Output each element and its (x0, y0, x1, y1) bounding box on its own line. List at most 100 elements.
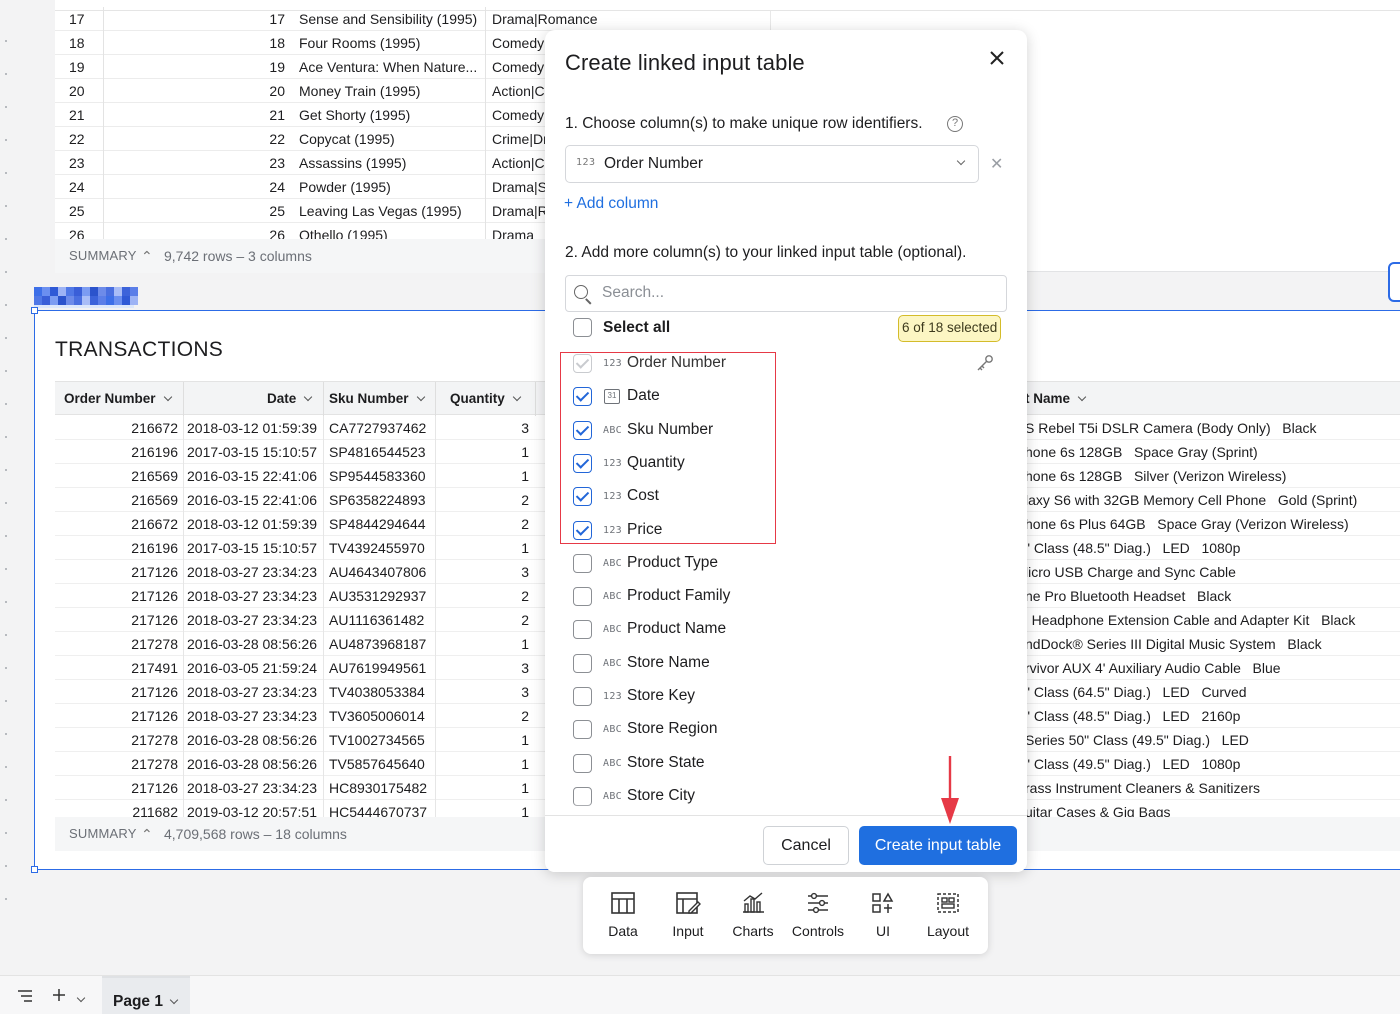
cell-quantity: 3 (521, 420, 529, 436)
chevron-down-icon (956, 156, 966, 166)
add-column-link[interactable]: + Add column (564, 195, 658, 213)
rail-dot (5, 634, 7, 636)
movie-id: 17 (103, 7, 291, 31)
movie-id: 23 (103, 151, 291, 175)
movie-title: Leaving Las Vegas (1995) (299, 203, 462, 219)
header-sku-number[interactable]: Sku Number (329, 382, 425, 416)
resize-handle[interactable] (31, 866, 38, 873)
resize-handle[interactable] (31, 307, 38, 314)
identifier-column-select[interactable]: 123 Order Number (565, 145, 979, 183)
toolbar-input[interactable]: Input (656, 891, 720, 939)
add-page-icon[interactable] (51, 987, 67, 1003)
movie-id: 22 (103, 127, 291, 151)
chevron-up-icon[interactable]: ⌃ (141, 239, 153, 273)
cell-sku-number: AU4643407806 (329, 564, 427, 580)
select-all-checkbox[interactable] (573, 318, 592, 337)
column-checkbox[interactable] (573, 753, 592, 773)
pages-list-icon[interactable] (17, 989, 33, 1003)
column-option[interactable]: ABC Product Name (573, 614, 1003, 647)
help-icon[interactable]: ? (947, 116, 963, 132)
header-order-number[interactable]: Order Number (64, 382, 172, 416)
key-icon (977, 355, 993, 371)
cancel-button[interactable]: Cancel (763, 826, 849, 865)
column-checkbox[interactable] (573, 687, 592, 706)
cell-product-name: " Class (48.5" Diag.) LED 1080p (1025, 540, 1241, 556)
column-checkbox[interactable] (573, 720, 592, 740)
create-linked-input-table-dialog: Create linked input table 1. Choose colu… (545, 30, 1027, 872)
tab-page-1[interactable]: Page 1 (102, 976, 190, 1014)
cell-order-number: 217126 (131, 612, 178, 628)
movie-title: Powder (1995) (299, 179, 391, 195)
cell-sku-number: AU7619949561 (329, 660, 427, 676)
rail-dot (5, 898, 7, 900)
column-search[interactable] (565, 275, 1007, 312)
arrow-down-icon (941, 756, 959, 824)
header-quantity[interactable]: Quantity (450, 382, 522, 416)
rail-dot (5, 370, 7, 372)
cell-sku-number: AU4873968187 (329, 636, 427, 652)
column-label: Product Family (627, 587, 731, 605)
column-option[interactable]: 123 Store Key (573, 681, 1003, 714)
column-label: Product Type (627, 553, 719, 571)
column-option[interactable]: ABC Product Type (573, 548, 1003, 581)
movie-title: Sense and Sensibility (1995) (299, 11, 478, 27)
cell-sku-number: SP9544583360 (329, 468, 426, 484)
dialog-title: Create linked input table (565, 50, 805, 75)
rail-dot (5, 568, 7, 570)
toolbar-charts[interactable]: Charts (721, 891, 785, 939)
chevron-down-icon (304, 392, 313, 402)
cell-order-number: 216196 (131, 444, 178, 460)
toolbar-ui[interactable]: UI (851, 891, 915, 939)
table-icon (611, 892, 635, 914)
column-checkbox[interactable] (573, 620, 592, 640)
chevron-down-icon[interactable] (169, 995, 179, 1005)
cell-date: 2016-03-15 22:41:06 (187, 492, 317, 508)
header-product-name[interactable]: t Name (1025, 382, 1087, 416)
toolbar-data[interactable]: Data (591, 891, 655, 939)
header-date[interactable]: Date (267, 382, 313, 416)
chevron-down-icon (163, 392, 172, 402)
cell-quantity: 3 (521, 684, 529, 700)
create-input-table-button[interactable]: Create input table (859, 826, 1017, 865)
rail-dot (5, 799, 7, 801)
left-rail (0, 0, 16, 975)
right-edge-tab[interactable] (1388, 262, 1400, 302)
cell-sku-number: SP4844294644 (329, 516, 426, 532)
step-2-label: 2. Add more column(s) to your linked inp… (565, 244, 967, 261)
cell-product-name: S Rebel T5i DSLR Camera (Body Only) Blac… (1025, 420, 1317, 436)
cell-order-number: 217491 (131, 660, 178, 676)
cell-order-number: 216569 (131, 492, 178, 508)
column-option[interactable]: ABC Store Region (573, 714, 1003, 747)
element-name-underline (34, 305, 134, 308)
toolbar-controls[interactable]: Controls (786, 891, 850, 939)
cell-sku-number: TV3605006014 (329, 708, 425, 724)
cell-product-name: hone 6s 128GB Silver (Verizon Wireless) (1025, 468, 1287, 484)
remove-identifier-icon[interactable]: ✕ (990, 154, 1003, 174)
chevron-down-icon[interactable] (76, 993, 86, 1003)
chart-icon (743, 892, 764, 913)
rail-dot (5, 832, 7, 834)
pixelated-element-name[interactable] (34, 287, 138, 305)
column-checkbox[interactable] (573, 553, 592, 573)
cell-date: 2018-03-27 23:34:23 (187, 588, 317, 604)
rail-dot (5, 766, 7, 768)
cell-date: 2018-03-27 23:34:23 (187, 780, 317, 796)
column-option[interactable]: ABC Store Name (573, 648, 1003, 681)
column-checkbox[interactable] (573, 653, 592, 673)
column-checkbox[interactable] (573, 587, 592, 607)
select-all-label: Select all (603, 319, 671, 336)
table-row[interactable]: 17 17 Sense and Sensibility (1995) Drama|Ro… (55, 7, 735, 31)
rail-dot (5, 73, 7, 75)
toolbar-layout[interactable]: Layout (916, 891, 980, 939)
column-option[interactable]: ABC Product Family (573, 581, 1003, 614)
rail-dot (5, 700, 7, 702)
close-icon[interactable] (986, 47, 1008, 69)
cell-order-number: 217126 (131, 708, 178, 724)
chevron-up-icon[interactable]: ⌃ (141, 817, 153, 851)
search-input[interactable] (602, 284, 982, 302)
movie-id: 24 (103, 175, 291, 199)
summary-text: 9,742 rows – 3 columns (164, 248, 312, 264)
text-type-icon: ABC (603, 724, 622, 736)
chevron-down-icon (1077, 392, 1087, 402)
cell-product-name: ndDock® Series III Digital Music System … (1025, 636, 1322, 652)
